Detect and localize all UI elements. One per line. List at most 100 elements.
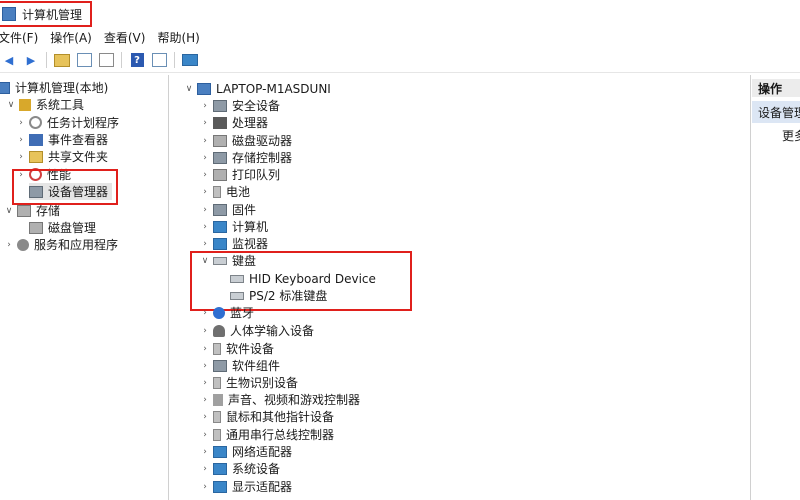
collapse-arrow-icon[interactable]: ∨	[4, 206, 14, 216]
properties-icon[interactable]	[97, 51, 115, 69]
menu-file[interactable]: 文件(F)	[0, 29, 46, 46]
category-label: 打印队列	[232, 168, 281, 182]
toolbar: ◀ ▶ ?	[0, 48, 800, 73]
category-label: 软件组件	[232, 359, 281, 373]
expand-arrow-icon[interactable]: ›	[200, 101, 210, 111]
usb-icon	[213, 428, 221, 441]
device-category[interactable]: › 软件设备	[200, 340, 274, 357]
tree-system-tools[interactable]: ∨ 系统工具	[6, 96, 84, 113]
device-category[interactable]: › 安全设备	[200, 97, 280, 114]
menu-help[interactable]: 帮助(H)	[157, 29, 207, 46]
device-category[interactable]: › 系统设备	[200, 460, 280, 477]
expand-arrow-icon[interactable]: ›	[200, 153, 210, 163]
help-icon[interactable]: ?	[128, 51, 146, 69]
device-category[interactable]: › 蓝牙	[200, 304, 254, 321]
expand-arrow-icon[interactable]: ›	[200, 222, 210, 232]
highlight-box-keyboard	[190, 251, 412, 311]
biometric-icon	[213, 376, 221, 389]
device-category[interactable]: › 监视器	[200, 235, 268, 252]
expand-arrow-icon[interactable]: ›	[200, 205, 210, 215]
device-category[interactable]: › 处理器	[200, 114, 268, 131]
device-category[interactable]: › 通用串行总线控制器	[200, 426, 334, 443]
tree-task-scheduler[interactable]: › 任务计划程序	[16, 114, 119, 131]
expand-arrow-icon[interactable]: ›	[200, 412, 210, 422]
expand-arrow-icon[interactable]: ›	[200, 170, 210, 180]
console-tree: 计算机管理(本地) ∨ 系统工具 › 任务计划程序 › 事件查看器 › 共享文件…	[0, 75, 169, 500]
actions-selected-item[interactable]: 设备管理	[752, 101, 800, 123]
disk-drive-icon	[213, 134, 227, 147]
collapse-arrow-icon[interactable]: ∨	[184, 84, 194, 94]
category-label: 系统设备	[232, 462, 281, 476]
expand-arrow-icon[interactable]: ›	[200, 136, 210, 146]
expand-arrow-icon[interactable]: ›	[200, 308, 210, 318]
expand-arrow-icon[interactable]: ›	[16, 152, 26, 162]
expand-arrow-icon[interactable]: ›	[16, 135, 26, 145]
device-category[interactable]: › 人体学输入设备	[200, 322, 314, 339]
category-label: 软件设备	[226, 342, 275, 356]
computer-management-icon	[0, 81, 10, 94]
shared-folder-icon	[29, 150, 43, 163]
sound-icon	[213, 393, 223, 406]
expand-arrow-icon[interactable]: ›	[200, 344, 210, 354]
up-folder-icon[interactable]	[53, 51, 71, 69]
device-category[interactable]: › 打印队列	[200, 166, 280, 183]
tree-storage[interactable]: ∨ 存储	[4, 202, 60, 219]
menu-view[interactable]: 查看(V)	[104, 29, 154, 46]
expand-arrow-icon[interactable]: ›	[200, 482, 210, 492]
tree-shared-folders[interactable]: › 共享文件夹	[16, 148, 108, 165]
actions-more[interactable]: 更多	[782, 127, 800, 144]
services-icon	[17, 238, 29, 251]
collapse-arrow-icon[interactable]: ∨	[6, 100, 16, 110]
category-label: 处理器	[232, 116, 269, 130]
tree-label: 磁盘管理	[48, 221, 97, 235]
view-icon[interactable]	[150, 51, 168, 69]
device-category[interactable]: › 鼠标和其他指针设备	[200, 408, 334, 425]
device-category[interactable]: › 电池	[200, 183, 250, 200]
expand-arrow-icon[interactable]: ›	[200, 430, 210, 440]
title-highlight-box: 计算机管理	[0, 1, 93, 27]
category-label: 人体学输入设备	[230, 324, 315, 338]
software-component-icon	[213, 359, 227, 372]
device-category[interactable]: › 存储控制器	[200, 149, 292, 166]
device-category[interactable]: › 网络适配器	[200, 443, 292, 460]
monitor-icon[interactable]	[181, 51, 199, 69]
tree-services[interactable]: › 服务和应用程序	[4, 236, 118, 253]
expand-arrow-icon[interactable]: ›	[200, 118, 210, 128]
back-arrow-icon[interactable]: ◀	[0, 51, 18, 69]
tree-event-viewer[interactable]: › 事件查看器	[16, 131, 108, 148]
device-category[interactable]: › 固件	[200, 201, 256, 218]
expand-arrow-icon[interactable]: ›	[200, 447, 210, 457]
tree-root[interactable]: 计算机管理(本地)	[0, 79, 108, 96]
expand-arrow-icon[interactable]: ›	[200, 464, 210, 474]
computer-icon	[213, 220, 227, 233]
forward-arrow-icon[interactable]: ▶	[22, 51, 40, 69]
device-category[interactable]: › 声音、视频和游戏控制器	[200, 391, 360, 408]
category-label: 生物识别设备	[226, 376, 299, 390]
tree-label: 存储	[36, 204, 61, 218]
device-tree: ∨ LAPTOP-M1ASDUNI › 安全设备 › 处理器 › 磁盘驱动器 ›…	[170, 75, 751, 500]
device-category[interactable]: › 计算机	[200, 218, 268, 235]
mouse-icon	[213, 410, 221, 423]
expand-arrow-icon[interactable]: ›	[4, 240, 14, 250]
expand-arrow-icon[interactable]: ›	[200, 326, 210, 336]
device-category[interactable]: › 显示适配器	[200, 478, 292, 495]
device-category[interactable]: › 软件组件	[200, 357, 280, 374]
computer-name: LAPTOP-M1ASDUNI	[216, 81, 331, 96]
category-label: 监视器	[232, 237, 269, 251]
tree-disk-management[interactable]: 磁盘管理	[29, 219, 96, 236]
monitor-icon	[213, 237, 227, 250]
tree-label: 任务计划程序	[47, 116, 120, 130]
expand-arrow-icon[interactable]: ›	[16, 118, 26, 128]
expand-arrow-icon[interactable]: ›	[200, 378, 210, 388]
show-tree-icon[interactable]	[75, 51, 93, 69]
expand-arrow-icon[interactable]: ›	[200, 361, 210, 371]
expand-arrow-icon[interactable]: ›	[200, 187, 210, 197]
menu-action[interactable]: 操作(A)	[50, 29, 100, 46]
device-category[interactable]: › 磁盘驱动器	[200, 132, 292, 149]
device-tree-root[interactable]: ∨ LAPTOP-M1ASDUNI	[184, 80, 331, 97]
category-label: 计算机	[232, 220, 269, 234]
expand-arrow-icon[interactable]: ›	[200, 239, 210, 249]
category-label: 磁盘驱动器	[232, 134, 293, 148]
device-category[interactable]: › 生物识别设备	[200, 374, 298, 391]
expand-arrow-icon[interactable]: ›	[200, 395, 210, 405]
